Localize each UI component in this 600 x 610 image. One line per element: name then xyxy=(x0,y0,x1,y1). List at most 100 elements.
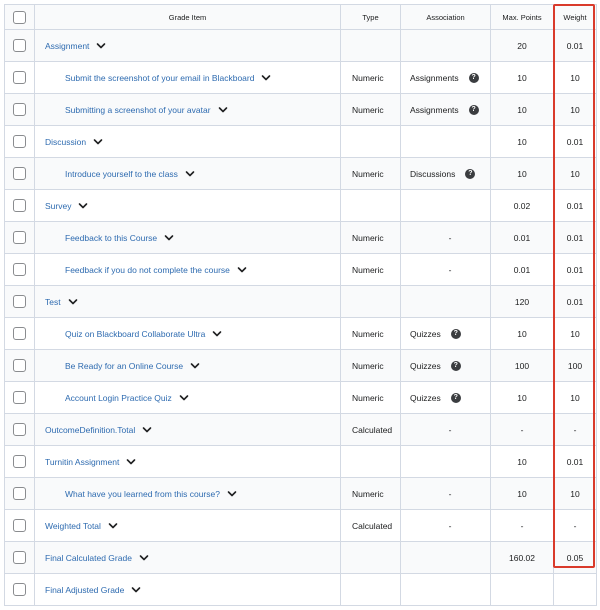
max-points-cell: - xyxy=(490,509,554,542)
grade-item-link[interactable]: OutcomeDefinition.Total xyxy=(45,425,135,435)
grade-item-link[interactable]: Final Calculated Grade xyxy=(45,553,132,563)
chevron-down-icon[interactable] xyxy=(139,554,149,562)
help-circle-icon[interactable]: ? xyxy=(465,168,476,179)
type-cell xyxy=(340,125,401,158)
association-label: - xyxy=(448,488,452,499)
row-select-cell xyxy=(4,541,35,574)
row-checkbox[interactable] xyxy=(13,487,26,500)
max-points-cell: 10 xyxy=(490,317,554,350)
row-checkbox[interactable] xyxy=(13,71,26,84)
chevron-down-icon[interactable] xyxy=(93,138,103,146)
grade-item-link[interactable]: Account Login Practice Quiz xyxy=(65,393,172,403)
help-circle-icon[interactable]: ? xyxy=(450,392,461,403)
association-label: Assignments xyxy=(410,104,459,115)
type-cell: Numeric xyxy=(340,157,401,190)
chevron-down-icon[interactable] xyxy=(261,74,271,82)
chevron-down-icon[interactable] xyxy=(131,586,141,594)
association-label: Quizzes xyxy=(410,392,441,403)
weight-cell: 10 xyxy=(553,317,597,350)
row-checkbox[interactable] xyxy=(13,327,26,340)
chevron-down-icon[interactable] xyxy=(237,266,247,274)
chevron-down-icon[interactable] xyxy=(164,234,174,242)
header-grade-item[interactable]: Grade Item xyxy=(34,4,341,30)
select-all-checkbox[interactable] xyxy=(13,10,26,24)
grade-item-link[interactable]: Feedback if you do not complete the cour… xyxy=(65,265,230,275)
chevron-down-icon[interactable] xyxy=(212,330,222,338)
chevron-down-icon[interactable] xyxy=(218,106,228,114)
grade-item-cell: What have you learned from this course? xyxy=(34,477,341,510)
row-checkbox[interactable] xyxy=(13,455,26,468)
grade-item-link[interactable]: Introduce yourself to the class xyxy=(65,169,178,179)
grade-item-link[interactable]: Feedback to this Course xyxy=(65,233,157,243)
grade-item-link[interactable]: Survey xyxy=(45,201,71,211)
chevron-down-icon[interactable] xyxy=(185,170,195,178)
association-cell: Quizzes? xyxy=(400,317,491,350)
row-checkbox[interactable] xyxy=(13,583,26,596)
grade-item-link[interactable]: Final Adjusted Grade xyxy=(45,585,124,595)
association-cell xyxy=(400,573,491,606)
row-checkbox[interactable] xyxy=(13,167,26,180)
row-checkbox[interactable] xyxy=(13,135,26,148)
chevron-down-icon[interactable] xyxy=(179,394,189,402)
table-row: Assignment 20 0.01 xyxy=(4,29,597,62)
association-cell: - xyxy=(400,477,491,510)
max-points-cell: 10 xyxy=(490,125,554,158)
row-checkbox[interactable] xyxy=(13,423,26,436)
grade-item-cell: Feedback to this Course xyxy=(34,221,341,254)
grade-item-link[interactable]: Quiz on Blackboard Collaborate Ultra xyxy=(65,329,205,339)
row-checkbox[interactable] xyxy=(13,391,26,404)
grade-item-link[interactable]: Discussion xyxy=(45,137,86,147)
chevron-down-icon[interactable] xyxy=(68,298,78,306)
association-label: Discussions xyxy=(410,168,456,179)
row-checkbox[interactable] xyxy=(13,359,26,372)
header-association[interactable]: Association xyxy=(400,4,491,30)
type-cell: Numeric xyxy=(340,349,401,382)
chevron-down-icon[interactable] xyxy=(190,362,200,370)
grade-item-cell: Submitting a screenshot of your avatar xyxy=(34,93,341,126)
grade-item-cell: Feedback if you do not complete the cour… xyxy=(34,253,341,286)
grade-item-cell: Discussion xyxy=(34,125,341,158)
row-checkbox[interactable] xyxy=(13,231,26,244)
row-checkbox[interactable] xyxy=(13,39,26,52)
table-row: Feedback to this Course Numeric - 0.01 0.01 xyxy=(4,221,597,254)
chevron-down-icon[interactable] xyxy=(78,202,88,210)
help-circle-icon[interactable]: ? xyxy=(450,360,461,371)
grade-item-link[interactable]: Be Ready for an Online Course xyxy=(65,361,183,371)
row-checkbox[interactable] xyxy=(13,295,26,308)
help-circle-icon[interactable]: ? xyxy=(450,328,461,339)
table-row: Account Login Practice Quiz Numeric Quizze… xyxy=(4,381,597,414)
chevron-down-icon[interactable] xyxy=(126,458,136,466)
table-row: Feedback if you do not complete the cour… xyxy=(4,253,597,286)
grade-item-link[interactable]: Weighted Total xyxy=(45,521,101,531)
grade-item-link[interactable]: Test xyxy=(45,297,61,307)
row-checkbox[interactable] xyxy=(13,199,26,212)
table-row: Final Calculated Grade 160.02 0.05 xyxy=(4,541,597,574)
row-checkbox[interactable] xyxy=(13,551,26,564)
chevron-down-icon[interactable] xyxy=(227,490,237,498)
max-points-cell: 120 xyxy=(490,285,554,318)
grade-item-link[interactable]: Submit the screenshot of your email in B… xyxy=(65,73,254,83)
association-cell: Quizzes? xyxy=(400,349,491,382)
header-type[interactable]: Type xyxy=(340,4,401,30)
table-row: Discussion 10 0.01 xyxy=(4,125,597,158)
grade-item-link[interactable]: Submitting a screenshot of your avatar xyxy=(65,105,211,115)
table-row: What have you learned from this course? N… xyxy=(4,477,597,510)
grade-item-link[interactable]: Turnitin Assignment xyxy=(45,457,119,467)
association-cell xyxy=(400,29,491,62)
chevron-down-icon[interactable] xyxy=(108,522,118,530)
help-circle-icon[interactable]: ? xyxy=(468,104,479,115)
max-points-cell: 0.02 xyxy=(490,189,554,222)
row-checkbox[interactable] xyxy=(13,519,26,532)
type-cell: Numeric xyxy=(340,221,401,254)
header-weight[interactable]: Weight xyxy=(553,4,597,30)
association-cell: - xyxy=(400,253,491,286)
grade-item-link[interactable]: What have you learned from this course? xyxy=(65,489,220,499)
row-checkbox[interactable] xyxy=(13,263,26,276)
header-max-points[interactable]: Max. Points xyxy=(490,4,554,30)
grade-item-link[interactable]: Assignment xyxy=(45,41,89,51)
association-cell: - xyxy=(400,221,491,254)
help-circle-icon[interactable]: ? xyxy=(468,72,479,83)
chevron-down-icon[interactable] xyxy=(142,426,152,434)
row-checkbox[interactable] xyxy=(13,103,26,116)
chevron-down-icon[interactable] xyxy=(96,42,106,50)
